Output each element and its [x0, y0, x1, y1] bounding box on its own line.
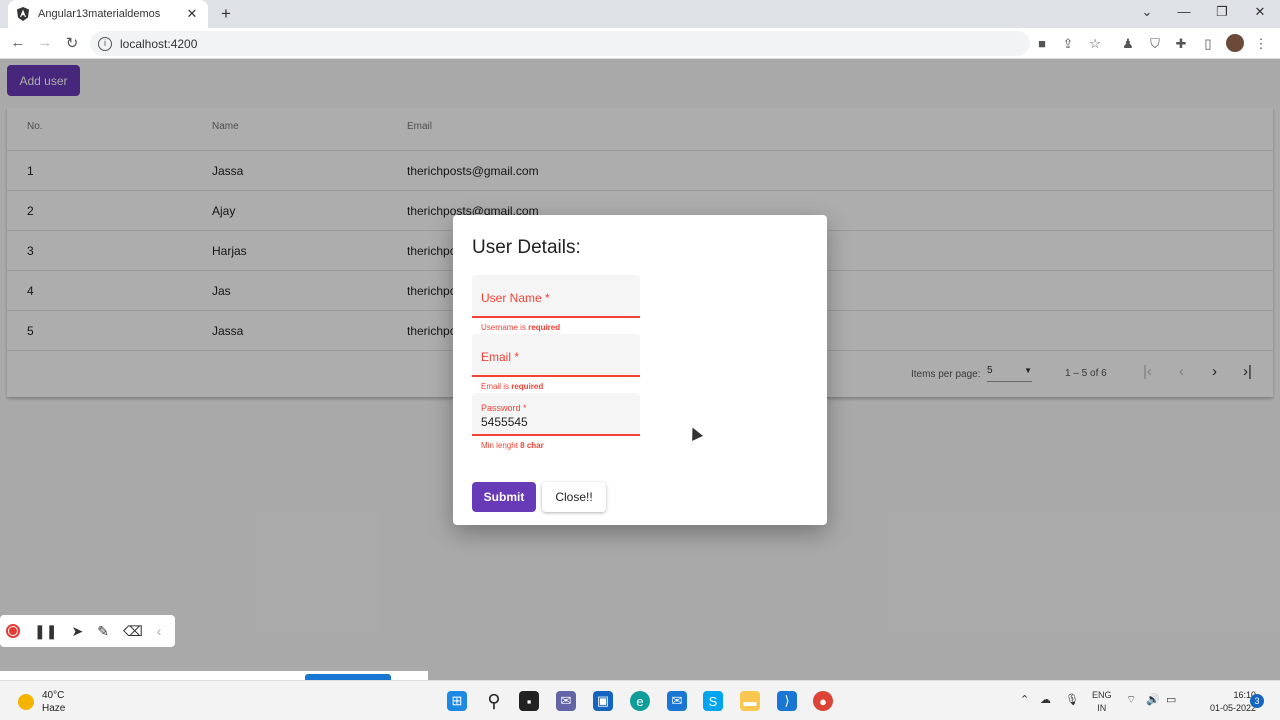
vscode-icon[interactable]: ⟩	[777, 691, 797, 711]
file-explorer-icon[interactable]: ▬	[740, 691, 760, 711]
weather-widget[interactable]: 40°C Haze	[18, 689, 65, 715]
email-label: Email *	[481, 350, 520, 364]
camera-icon[interactable]: ■	[1034, 36, 1050, 52]
url-text: localhost:4200	[120, 36, 198, 51]
teams-chat-icon[interactable]: ✉	[556, 691, 576, 711]
back-icon[interactable]: ←	[8, 34, 28, 51]
microphone-icon[interactable]: 🎙	[1065, 693, 1079, 706]
wifi-icon[interactable]: ⌔	[1126, 693, 1136, 707]
browser-tab-strip: Angular13materialdemos ✕ + ⌄ — ❐ ✕	[0, 0, 1280, 28]
pointer-icon[interactable]: ➤	[71, 623, 83, 640]
temperature: 40°C	[42, 690, 65, 701]
password-label: Password *	[481, 403, 527, 413]
pen-icon[interactable]: ✎	[97, 623, 109, 640]
extensions-puzzle-icon[interactable]: ✚	[1173, 36, 1189, 52]
language-indicator[interactable]: ENG IN	[1092, 689, 1112, 715]
weather-condition: Haze	[42, 703, 66, 714]
store-icon[interactable]: ▣	[593, 691, 613, 711]
record-icon[interactable]	[6, 624, 20, 638]
volume-icon[interactable]: 🔊	[1146, 693, 1160, 706]
chrome-icon[interactable]: ●	[813, 691, 833, 711]
address-toolbar: ← → ↻ i localhost:4200 ■ ⇪ ☆ ♟ ⛉ ✚ ▯ ⋮	[0, 28, 1280, 59]
close-button[interactable]: Close!!	[542, 482, 606, 512]
edge-icon[interactable]: e	[630, 691, 650, 711]
password-error: Min lenght 8 char	[481, 441, 544, 450]
collapse-icon[interactable]: ‹	[157, 623, 162, 639]
bookmark-star-icon[interactable]: ☆	[1087, 36, 1103, 52]
close-tab-icon[interactable]: ✕	[184, 6, 200, 22]
weather-sun-icon	[18, 694, 34, 710]
windows-start-icon[interactable]: ⊞	[447, 691, 467, 711]
minimize-icon[interactable]: —	[1174, 4, 1194, 19]
new-tab-icon[interactable]: +	[216, 4, 236, 24]
screen-recorder-toolbar: ❚❚ ➤ ✎ ⌫ ‹	[0, 615, 175, 647]
user-details-dialog: User Details: User Name * Username is re…	[453, 215, 827, 525]
username-error: Username is required	[481, 323, 561, 332]
password-input[interactable]	[481, 415, 631, 429]
search-icon[interactable]: ⚲	[484, 691, 504, 711]
skype-icon[interactable]: S	[703, 691, 723, 711]
angular-logo-icon	[16, 7, 30, 21]
url-bar[interactable]: i localhost:4200	[90, 31, 1030, 56]
browser-tab[interactable]: Angular13materialdemos ✕	[8, 0, 208, 28]
task-view-icon[interactable]: ▪	[519, 691, 539, 711]
mail-icon[interactable]: ✉	[667, 691, 687, 711]
restore-icon[interactable]: ❐	[1212, 4, 1232, 20]
site-info-icon[interactable]: i	[98, 36, 112, 51]
eraser-icon[interactable]: ⌫	[123, 623, 143, 640]
submit-button[interactable]: Submit	[472, 482, 536, 512]
region-code: IN	[1097, 703, 1107, 713]
email-error: Email is required	[481, 382, 544, 391]
shield-icon[interactable]: ⛉	[1147, 36, 1163, 52]
lang-code: ENG	[1092, 690, 1112, 700]
pause-icon[interactable]: ❚❚	[34, 623, 57, 640]
extension-person-icon[interactable]: ♟	[1120, 36, 1136, 52]
username-label: User Name *	[481, 291, 550, 305]
profile-avatar[interactable]	[1226, 34, 1244, 52]
windows-taskbar: 40°C Haze ⊞ ⚲ ▪ ✉ ▣ e ✉ S ▬ ⟩ ● ⌃ ☁ 🎙 EN…	[0, 680, 1280, 720]
tab-title: Angular13materialdemos	[38, 8, 161, 20]
notification-badge[interactable]: 3	[1250, 694, 1264, 708]
email-field[interactable]: Email *	[472, 334, 640, 377]
dialog-title: User Details:	[472, 237, 581, 258]
reload-icon[interactable]: ↻	[62, 34, 82, 52]
clock-date: 01-05-2022	[1210, 703, 1257, 713]
password-field[interactable]: Password *	[472, 393, 640, 436]
battery-icon[interactable]: ▭	[1166, 693, 1176, 706]
window-close-icon[interactable]: ✕	[1250, 4, 1270, 20]
tab-search-icon[interactable]: ⌄	[1137, 4, 1157, 20]
forward-icon[interactable]: →	[35, 34, 55, 51]
side-panel-icon[interactable]: ▯	[1200, 36, 1216, 52]
share-icon[interactable]: ⇪	[1060, 36, 1076, 52]
username-field[interactable]: User Name *	[472, 275, 640, 318]
show-hidden-icons-icon[interactable]: ⌃	[1020, 693, 1029, 706]
onedrive-icon[interactable]: ☁	[1040, 693, 1051, 706]
menu-kebab-icon[interactable]: ⋮	[1253, 36, 1269, 52]
